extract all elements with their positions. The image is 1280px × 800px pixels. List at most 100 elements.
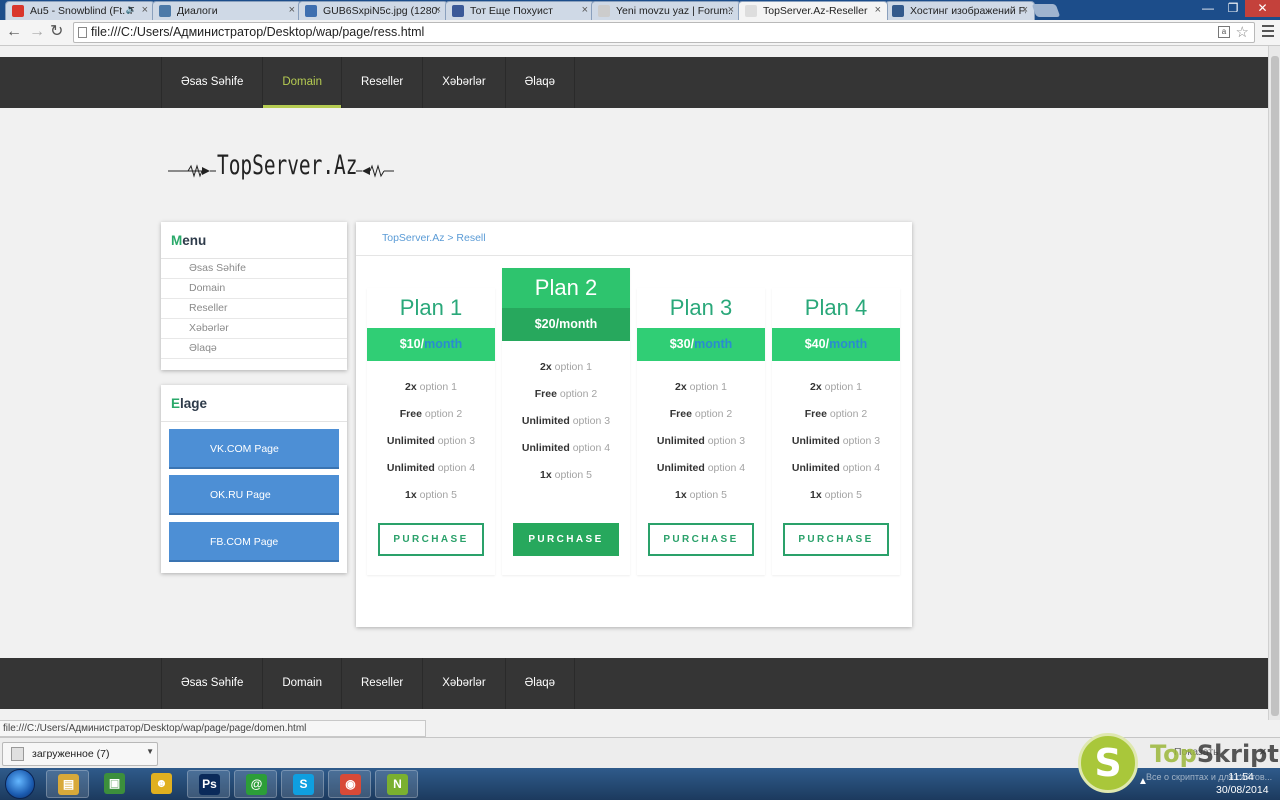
clock-date[interactable]: 30/08/2014 bbox=[1216, 784, 1269, 796]
plan-price: $20/month bbox=[502, 308, 630, 341]
browser-tab[interactable]: TopServer.Az-Reseller × bbox=[738, 1, 888, 20]
chevron-down-icon[interactable]: ▼ bbox=[146, 747, 154, 756]
nav-item[interactable]: Reseller bbox=[342, 658, 424, 709]
speaker-icon[interactable]: 🔈 bbox=[126, 4, 137, 15]
plan-option: 1x option 5 bbox=[772, 482, 900, 509]
purchase-button[interactable]: PURCHASE bbox=[783, 523, 889, 556]
tab-close-icon[interactable]: × bbox=[728, 4, 734, 16]
price-period: month bbox=[829, 337, 868, 351]
breadcrumb[interactable]: TopServer.Az > Resell bbox=[382, 232, 486, 244]
option-label: option 2 bbox=[694, 408, 733, 420]
tab-close-icon[interactable]: × bbox=[289, 4, 295, 16]
translate-icon[interactable]: a bbox=[1218, 26, 1230, 38]
download-item[interactable]: загруженное (7) ▼ bbox=[2, 742, 158, 766]
plan-option: Free option 2 bbox=[637, 401, 765, 428]
nav-item[interactable]: Əlaqə bbox=[506, 57, 576, 108]
address-bar[interactable]: file:///C:/Users/Администратор/Desktop/w… bbox=[73, 22, 1255, 43]
tab-title: Хостинг изображений Fa bbox=[910, 5, 1026, 17]
plan-option: Free option 2 bbox=[502, 381, 630, 408]
nav-item[interactable]: Xəbərlər bbox=[423, 658, 506, 709]
tab-close-icon[interactable]: × bbox=[142, 4, 148, 16]
option-label: option 2 bbox=[829, 408, 868, 420]
site-logo[interactable]: TopServer.Az bbox=[168, 148, 394, 188]
social-button-vk-com-page[interactable]: VK.COM Page bbox=[169, 429, 339, 469]
tab-close-icon[interactable]: × bbox=[582, 4, 588, 16]
option-label: option 3 bbox=[842, 435, 881, 447]
option-value: 1x bbox=[540, 469, 552, 481]
browser-tab[interactable]: GUB6SxpiN5c.jpg (1280×8 × bbox=[298, 1, 448, 20]
page-scrollbar[interactable] bbox=[1268, 46, 1280, 720]
plan-option: Unlimited option 4 bbox=[637, 455, 765, 482]
price-amount: $20/ bbox=[534, 317, 560, 331]
option-label: option 4 bbox=[842, 462, 881, 474]
taskbar-photoshop-button[interactable]: Ps bbox=[187, 770, 230, 798]
browser-tab[interactable]: Au5 - Snowblind (Ft. T 🔈 × bbox=[5, 1, 155, 20]
new-tab-button[interactable] bbox=[1031, 4, 1061, 17]
taskbar-mail-agent-button[interactable]: @ bbox=[234, 770, 277, 798]
scrollbar-thumb[interactable] bbox=[1271, 56, 1279, 716]
forward-button[interactable]: → bbox=[29, 23, 45, 41]
tab-favicon-icon bbox=[12, 5, 24, 17]
sidebar-menu-link[interactable]: Xəbərlər bbox=[161, 319, 347, 339]
nav-item[interactable]: Xəbərlər bbox=[423, 57, 506, 108]
tab-title: GUB6SxpiN5c.jpg (1280×8 bbox=[323, 5, 439, 17]
nav-item[interactable]: Domain bbox=[263, 57, 342, 108]
plan-options: 2x option 1 Free option 2 Unlimited option… bbox=[637, 361, 765, 509]
purchase-button[interactable]: PURCHASE bbox=[648, 523, 754, 556]
start-button[interactable] bbox=[5, 769, 35, 799]
sidebar-menu-link[interactable]: Reseller bbox=[161, 299, 347, 319]
reload-button[interactable]: ↻ bbox=[50, 23, 63, 41]
tab-close-icon[interactable]: × bbox=[1022, 4, 1028, 16]
tab-favicon-icon bbox=[598, 5, 610, 17]
plan-name: Plan 2 bbox=[502, 268, 630, 308]
nav-item[interactable]: Əsas Səhife bbox=[162, 57, 264, 108]
nav-item[interactable]: Domain bbox=[263, 658, 342, 709]
tab-close-icon[interactable]: × bbox=[875, 4, 881, 16]
option-value: 1x bbox=[405, 489, 417, 501]
plan-name: Plan 1 bbox=[399, 295, 463, 320]
nav-item[interactable]: Reseller bbox=[342, 57, 424, 108]
reseller-plans-panel: TopServer.Az > Resell Plan 1 $10/month 2x … bbox=[356, 222, 912, 627]
taskbar-computer-button[interactable]: ▣ bbox=[93, 770, 136, 798]
sidebar-menu-link[interactable]: Əlaqə bbox=[161, 339, 347, 359]
taskbar-chrome-button[interactable]: ◉ bbox=[328, 770, 371, 798]
purchase-button[interactable]: PURCHASE bbox=[513, 523, 619, 556]
price-amount: $30/ bbox=[669, 337, 695, 351]
social-button-fb-com-page[interactable]: FB.COM Page bbox=[169, 522, 339, 562]
social-button-ok-ru-page[interactable]: OK.RU Page bbox=[169, 475, 339, 515]
taskbar-messenger-button[interactable]: ☻ bbox=[140, 770, 183, 798]
plan-card: Plan 2 $20/month 2x option 1 Free option 2U… bbox=[502, 268, 630, 575]
sidebar-menu-link[interactable]: Domain bbox=[161, 279, 347, 299]
logo-text: TopServer.Az bbox=[217, 150, 358, 181]
tab-favicon-icon bbox=[305, 5, 317, 17]
plan-option: Unlimited option 3 bbox=[772, 428, 900, 455]
tab-close-icon[interactable]: × bbox=[435, 4, 441, 16]
plan-option: Unlimited option 4 bbox=[772, 455, 900, 482]
option-value: Unlimited bbox=[386, 435, 435, 447]
browser-menu-icon[interactable] bbox=[1262, 25, 1274, 40]
taskbar-notepad-plus-button[interactable]: N bbox=[375, 770, 418, 798]
window-maximize-button[interactable]: ❐ bbox=[1221, 0, 1245, 17]
window-close-button[interactable]: ✕ bbox=[1245, 0, 1280, 17]
taskbar-skype-button[interactable]: S bbox=[281, 770, 324, 798]
browser-tab[interactable]: Диалоги × bbox=[152, 1, 302, 20]
window-minimize-button[interactable]: — bbox=[1195, 0, 1221, 17]
nav-item[interactable]: Əsas Səhife bbox=[162, 658, 264, 709]
browser-tab[interactable]: Хостинг изображений Fa × bbox=[885, 1, 1035, 20]
nav-item[interactable]: Əlaqə bbox=[506, 658, 576, 709]
sidebar-menu-link[interactable]: Əsas Səhife bbox=[161, 259, 347, 279]
plan-option: Unlimited option 3 bbox=[502, 408, 630, 435]
clock-time[interactable]: 11:54 bbox=[1216, 771, 1266, 783]
purchase-button[interactable]: PURCHASE bbox=[378, 523, 484, 556]
plan-options: 2x option 1 Free option 2 Unlimited option… bbox=[772, 361, 900, 509]
plan-card: Plan 4 $40/month 2x option 1 Free option 2U… bbox=[772, 288, 900, 575]
browser-tab[interactable]: Yeni movzu yaz | Forum.A × bbox=[591, 1, 741, 20]
option-label: option 1 bbox=[419, 381, 457, 393]
taskbar-explorer-button[interactable]: ▤ bbox=[46, 770, 89, 798]
tab-title: TopServer.Az-Reseller bbox=[763, 5, 868, 17]
plan-name: Plan 4 bbox=[804, 295, 868, 320]
price-amount: $10/ bbox=[399, 337, 425, 351]
back-button[interactable]: ← bbox=[6, 23, 22, 41]
browser-tab[interactable]: Тот Еще Похуист × bbox=[445, 1, 595, 20]
bookmark-star-icon[interactable]: ☆ bbox=[1236, 23, 1249, 41]
